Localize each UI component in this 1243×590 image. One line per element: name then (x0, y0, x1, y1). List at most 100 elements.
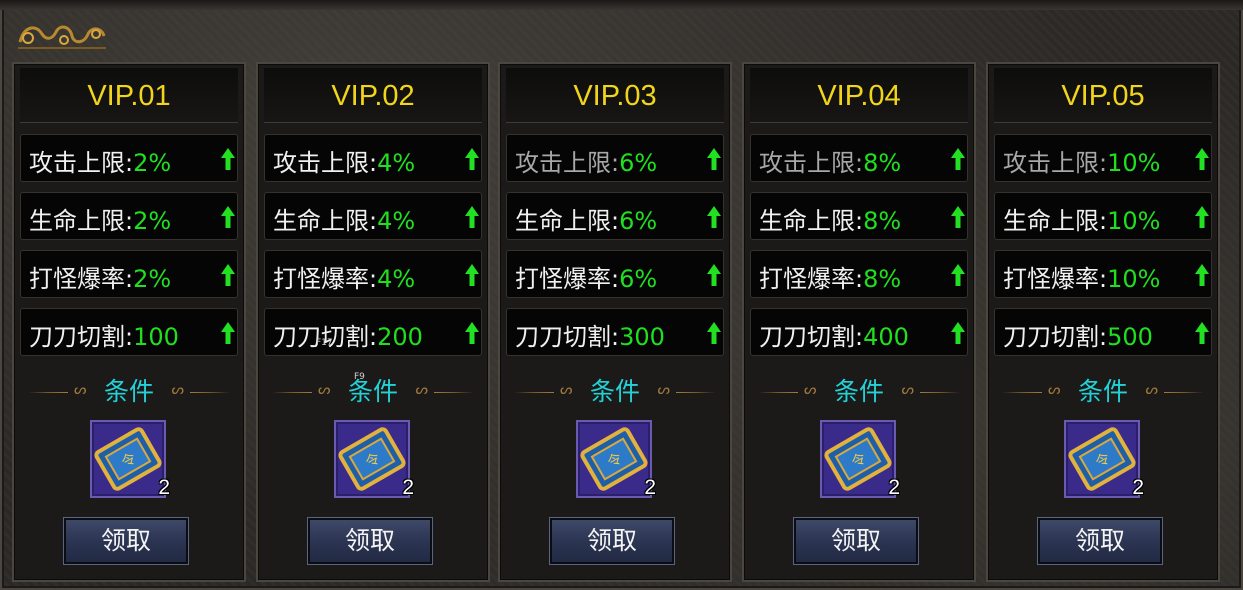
stat-label: 攻击上限: (29, 149, 134, 177)
stat-value: 6% (619, 207, 658, 235)
vip-panel-4: VIP.04 攻击上限:8% 生命上限:8% 打怪爆率:8% 刀刀切割:400 … (742, 62, 976, 582)
reward-item-slot[interactable]: 令 2 (820, 420, 900, 499)
ornament-icon: ᔕ (171, 382, 184, 398)
stat-value: 100 (133, 323, 179, 351)
stat-drop-rate: 打怪爆率:2% (20, 250, 238, 298)
stat-value: 2% (133, 207, 172, 235)
stat-value: 300 (619, 323, 665, 351)
vip-panel-5: VIP.05 攻击上限:10% 生命上限:10% 打怪爆率:10% 刀刀切割:5… (986, 62, 1220, 582)
up-arrow-icon (707, 148, 721, 170)
condition-header: ᔕ 条件 ᔕ (758, 374, 960, 410)
stat-drop-rate: 打怪爆率:8% (750, 250, 968, 298)
stat-value: 2% (133, 149, 172, 177)
ornament-icon: ᔕ (1145, 382, 1158, 398)
claim-button[interactable]: 领取 (307, 517, 433, 565)
up-arrow-icon (951, 264, 965, 286)
stat-label: 生命上限: (515, 207, 620, 235)
hotkey-hint: F17 (316, 338, 333, 348)
stat-attack: 攻击上限:4% (264, 134, 482, 182)
stat-cut: 刀刀切割:200 (264, 308, 482, 356)
stat-cut: 刀刀切割:300 (506, 308, 724, 356)
up-arrow-icon (465, 322, 479, 344)
item-count: 2 (158, 476, 170, 499)
vip-level-title: VIP.01 (20, 68, 238, 123)
ornament-icon: ᔕ (657, 382, 670, 398)
condition-header: ᔕ 条件 ᔕ (1002, 374, 1204, 410)
item-count: 2 (644, 476, 656, 499)
stat-value: 400 (863, 323, 909, 351)
up-arrow-icon (221, 148, 235, 170)
stat-value: 10% (1107, 265, 1161, 293)
stat-label: 生命上限: (29, 207, 134, 235)
reward-item-slot[interactable]: 令 2 (334, 420, 414, 499)
up-arrow-icon (707, 264, 721, 286)
stat-value: 4% (377, 149, 416, 177)
stat-value: 8% (863, 207, 902, 235)
stat-label: 刀刀切割: (29, 323, 134, 351)
up-arrow-icon (707, 206, 721, 228)
claim-button[interactable]: 领取 (1037, 517, 1163, 565)
up-arrow-icon (1195, 148, 1209, 170)
divider (676, 392, 716, 393)
token-card-icon: 令 (576, 420, 652, 498)
divider (920, 392, 960, 393)
reward-item-slot[interactable]: 令 2 (576, 420, 656, 499)
up-arrow-icon (465, 148, 479, 170)
token-card-icon: 令 (1064, 420, 1140, 498)
stat-hp: 生命上限:4% (264, 192, 482, 240)
up-arrow-icon (465, 264, 479, 286)
vip-level-title: VIP.04 (750, 68, 968, 123)
stat-label: 打怪爆率: (273, 265, 378, 293)
up-arrow-icon (951, 206, 965, 228)
vip-level-title: VIP.02 (264, 68, 482, 123)
vip-panel-1: VIP.01 攻击上限:2% 生命上限:2% 打怪爆率:2% 刀刀切割:100 … (12, 62, 246, 582)
stat-attack: 攻击上限:8% (750, 134, 968, 182)
stat-label: 打怪爆率: (29, 265, 134, 293)
token-card-icon: 令 (90, 420, 166, 498)
title-bar (0, 0, 1243, 10)
vip-level-title: VIP.03 (506, 68, 724, 123)
ornament-icon: ᔕ (415, 382, 428, 398)
stat-drop-rate: 打怪爆率:6% (506, 250, 724, 298)
vip-level-title: VIP.05 (994, 68, 1212, 123)
stat-value: 6% (619, 149, 658, 177)
stat-value: 10% (1107, 149, 1161, 177)
claim-button[interactable]: 领取 (793, 517, 919, 565)
reward-item-slot[interactable]: 令 2 (1064, 420, 1144, 499)
stat-value: 2% (133, 265, 172, 293)
stat-value: 4% (377, 265, 416, 293)
divider (190, 392, 230, 393)
stat-label: 刀刀切割: (515, 323, 620, 351)
stat-label: 生命上限: (1003, 207, 1108, 235)
stat-value: 8% (863, 265, 902, 293)
stat-value: 200 (377, 323, 423, 351)
item-count: 2 (888, 476, 900, 499)
up-arrow-icon (951, 148, 965, 170)
stat-value: 500 (1107, 323, 1153, 351)
stat-label: 打怪爆率: (1003, 265, 1108, 293)
up-arrow-icon (1195, 322, 1209, 344)
divider (1164, 392, 1204, 393)
claim-button[interactable]: 领取 (549, 517, 675, 565)
up-arrow-icon (221, 322, 235, 344)
stat-label: 攻击上限: (515, 149, 620, 177)
stat-cut: 刀刀切割:400 (750, 308, 968, 356)
up-arrow-icon (1195, 264, 1209, 286)
up-arrow-icon (221, 264, 235, 286)
stat-hp: 生命上限:10% (994, 192, 1212, 240)
divider (434, 392, 474, 393)
stat-attack: 攻击上限:2% (20, 134, 238, 182)
stat-label: 打怪爆率: (759, 265, 864, 293)
reward-item-slot[interactable]: 令 2 (90, 420, 170, 499)
stat-label: 打怪爆率: (515, 265, 620, 293)
stat-drop-rate: 打怪爆率:4% (264, 250, 482, 298)
up-arrow-icon (707, 322, 721, 344)
claim-button[interactable]: 领取 (63, 517, 189, 565)
vip-panel-2: VIP.02 攻击上限:4% 生命上限:4% 打怪爆率:4% 刀刀切割:200 … (256, 62, 490, 582)
stat-cut: 刀刀切割:100 (20, 308, 238, 356)
item-count: 2 (1132, 476, 1144, 499)
stat-value: 8% (863, 149, 902, 177)
stat-cut: 刀刀切割:500 (994, 308, 1212, 356)
stat-hp: 生命上限:2% (20, 192, 238, 240)
stat-label: 攻击上限: (1003, 149, 1108, 177)
